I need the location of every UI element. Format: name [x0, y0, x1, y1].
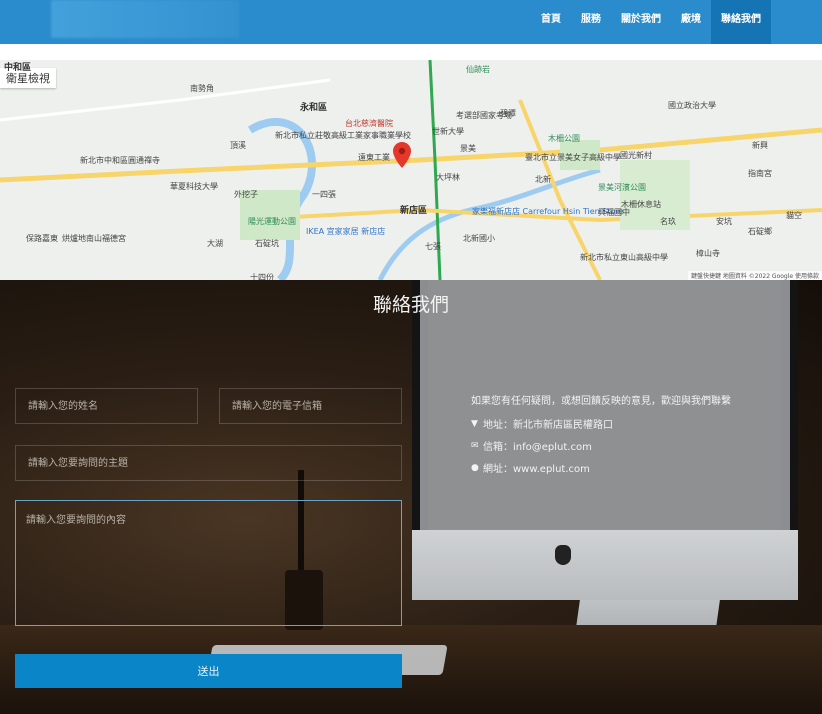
contact-email: ✉ 信箱：info@eplut.com — [471, 438, 592, 454]
contact-intro: 如果您有任何疑問，或想回饋反映的意見，歡迎與我們聯繫 — [471, 396, 731, 407]
website-text: 網址：www.eplut.com — [483, 464, 590, 475]
header-spacer — [0, 44, 822, 60]
map-label: 北新 — [535, 175, 551, 184]
map-label: 華夏科技大學 — [170, 182, 218, 191]
map-label: 仙跡岩 — [466, 65, 490, 74]
header-bar: 首頁 服務 關於我們 廠境 聯絡我們 — [0, 0, 822, 44]
nav-contact[interactable]: 聯絡我們 — [711, 0, 771, 44]
map-label: 興福國中 — [598, 208, 630, 217]
nav-home[interactable]: 首頁 — [531, 0, 571, 44]
main-nav: 首頁 服務 關於我們 廠境 聯絡我們 — [531, 0, 771, 44]
address-text: 地址：新北市新店區民權路口 — [483, 420, 613, 431]
map-label: 遠東工業 — [358, 153, 390, 162]
map-label: 保路嘉東 — [26, 234, 58, 243]
map-label: 臺北市立景美女子高級中學 — [525, 153, 621, 162]
map-label: 世新大學 — [432, 127, 464, 136]
map-label: IKEA 宜家家居 新店店 — [306, 227, 386, 236]
map-label: 陽光運動公園 — [248, 217, 296, 226]
name-input[interactable] — [15, 388, 198, 424]
map-label: 貓空 — [786, 211, 802, 220]
map-label: 木柵公園 — [548, 134, 580, 143]
nav-environment[interactable]: 廠境 — [671, 0, 711, 44]
map-label: 景美河濱公園 — [598, 183, 646, 192]
map-label: 新店區 — [400, 206, 428, 216]
contact-title: 聯絡我們 — [372, 294, 449, 316]
map-label: 一四張 — [312, 190, 336, 199]
map-label: 新北市私立莊敬高級工業家事職業學校 — [275, 131, 411, 140]
map-attribution[interactable]: 鍵盤快捷鍵 地圖資料 ©2022 Google 使用條款 — [687, 271, 822, 280]
globe-icon: ● — [471, 462, 479, 473]
map-label: 新北市中和區圓通禪寺 — [80, 156, 160, 165]
map-label: 名玖 — [660, 217, 676, 226]
envelope-icon: ✉ — [471, 440, 479, 451]
contact-website: ● 網址：www.eplut.com — [471, 460, 590, 476]
map-label: 安坑 — [716, 217, 732, 226]
contact-address: ▼ 地址：新北市新店區民權路口 — [471, 416, 613, 432]
map-label: 台北慈濟醫院 — [345, 119, 393, 128]
map-label: 北新國小 — [463, 234, 495, 243]
map-marker-icon: ▼ — [471, 418, 478, 429]
email-input[interactable] — [219, 388, 402, 424]
submit-button[interactable]: 送出 — [15, 654, 402, 688]
map-label: 大湖 — [207, 239, 223, 248]
map-roads — [0, 60, 822, 280]
map-label: 外挖子 — [234, 190, 258, 199]
map-label: 南勢角 — [190, 84, 214, 93]
monitor-photo — [412, 280, 798, 538]
map-label: 烘爐地南山福德宮 — [62, 234, 126, 243]
map-label: 指南宮 — [748, 169, 772, 178]
nav-services[interactable]: 服務 — [571, 0, 611, 44]
contact-section: 聯絡我們 送出 如果您有任何疑問，或想回饋反映的意見，歡迎與我們聯繫 ▼ 地址：… — [0, 280, 822, 714]
map-marker-pin-icon[interactable] — [393, 142, 411, 168]
email-text: 信箱：info@eplut.com — [483, 442, 592, 453]
map-label: 頂溪 — [230, 141, 246, 150]
map-label: 國光新村 — [620, 151, 652, 160]
map-label: 碧潭 — [500, 109, 516, 118]
message-textarea[interactable] — [15, 500, 402, 626]
map-label: 樟山寺 — [696, 249, 720, 258]
map-label: 新北市私立東山高級中學 — [580, 253, 668, 262]
map-label: 十四份 — [250, 273, 274, 280]
map-label: 七張 — [425, 242, 441, 251]
map-label: 國立政治大學 — [668, 101, 716, 110]
map-label: 中和區 — [4, 63, 32, 73]
monitor-chin-photo — [412, 530, 798, 600]
map-label: 永和區 — [300, 103, 328, 113]
map-label: 景美 — [460, 144, 476, 153]
google-map[interactable]: 衛星檢視 中和區 南勢角 頂溪 永和區 台北慈濟醫院 新北市私立莊敬高級工業家事… — [0, 60, 822, 280]
map-label: 石碇鄉 — [748, 227, 772, 236]
apple-logo-icon — [555, 545, 571, 565]
map-label: 大坪林 — [436, 173, 460, 182]
site-logo[interactable] — [51, 0, 239, 38]
nav-about[interactable]: 關於我們 — [611, 0, 671, 44]
map-label: 新興 — [752, 141, 768, 150]
subject-input[interactable] — [15, 445, 402, 481]
map-label: 石碇坑 — [255, 239, 279, 248]
